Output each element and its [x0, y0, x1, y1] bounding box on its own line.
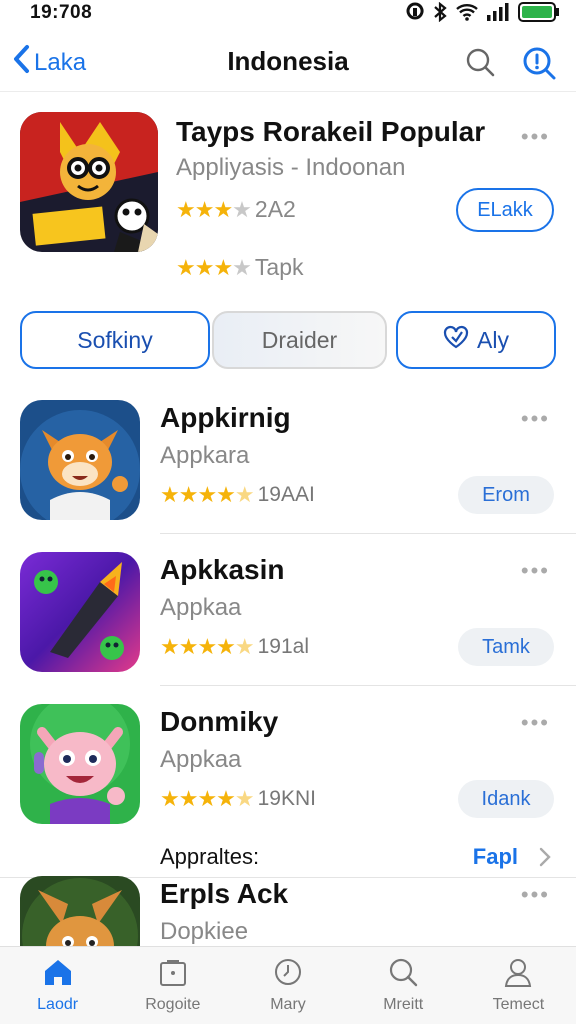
status-icons	[406, 1, 560, 27]
star-rating: ★★★★	[176, 196, 252, 222]
segment-control: Sofkiny Draider Aly	[20, 311, 556, 369]
list-item[interactable]: Erpls Ack Dopkiee •••	[0, 876, 576, 946]
nfc-icon	[406, 2, 424, 27]
tab-label: Rogoite	[145, 996, 201, 1013]
see-all-row[interactable]: Appraltes: Fapl	[0, 838, 576, 878]
heart-icon	[443, 325, 469, 355]
app-name[interactable]: Donmiky	[160, 706, 278, 738]
see-all-link[interactable]: Fapl	[473, 844, 518, 870]
tab-bar: Laodr Rogoite Mary Mreitt Temect	[0, 946, 576, 1024]
app-icon[interactable]	[20, 876, 140, 946]
tab-profile[interactable]: Temect	[461, 947, 576, 1024]
more-options-button[interactable]: •••	[521, 406, 550, 432]
tab-apps[interactable]: Rogoite	[115, 947, 230, 1024]
app-name[interactable]: Erpls Ack	[160, 878, 288, 910]
star-rating: ★★★★★	[160, 786, 255, 811]
featured-rating: ★★★★ 2A2	[176, 196, 296, 223]
featured-rating-secondary: ★★★★ Tapk	[176, 254, 304, 281]
app-icon[interactable]	[20, 552, 140, 672]
list-item[interactable]: Appkirnig Appkara ★★★★★ 19AAI ••• Erom	[0, 400, 576, 540]
list-item[interactable]: Apkkasin Appkaa ★★★★★ 191al ••• Tamk	[0, 552, 576, 692]
app-icon[interactable]	[20, 400, 140, 520]
app-subtitle: Appkara	[160, 442, 250, 469]
app-name[interactable]: Apkkasin	[160, 554, 285, 586]
search-icon[interactable]	[464, 46, 496, 83]
tab-updates[interactable]: Mary	[230, 947, 345, 1024]
star-rating: ★★★★	[176, 254, 252, 280]
star-rating: ★★★★★	[160, 482, 255, 507]
app-subtitle: Appkaa	[160, 746, 242, 773]
app-subtitle: Dopkiee	[160, 918, 249, 945]
star-rating: ★★★★★	[160, 634, 255, 659]
app-rating: ★★★★★ 19KNI	[160, 786, 316, 812]
segment-1[interactable]: Sofkiny	[20, 311, 210, 369]
wifi-icon	[456, 3, 478, 26]
app-rating: ★★★★★ 191al	[160, 634, 309, 660]
more-options-button[interactable]: •••	[521, 882, 550, 908]
clock-icon	[273, 957, 303, 992]
divider	[160, 533, 576, 534]
search-icon	[387, 957, 419, 992]
tab-home[interactable]: Laodr	[0, 947, 115, 1024]
featured-app[interactable]: Tayps Rorakeil Popular Appliyasis - Indo…	[0, 112, 576, 292]
tab-label: Mreitt	[383, 996, 424, 1013]
segment-3-label: Aly	[477, 326, 509, 353]
list-item[interactable]: Donmiky Appkaa ★★★★★ 19KNI ••• Idank	[0, 704, 576, 844]
more-options-button[interactable]: •••	[521, 558, 550, 584]
get-button[interactable]: Tamk	[458, 628, 554, 666]
featured-app-icon[interactable]	[20, 112, 158, 252]
segment-3[interactable]: Aly	[396, 311, 556, 369]
bluetooth-icon	[432, 1, 448, 27]
see-all-label: Appraltes:	[160, 844, 260, 869]
signal-icon	[486, 3, 510, 26]
app-rating: ★★★★★ 19AAI	[160, 482, 315, 508]
featured-get-button[interactable]: ELakk	[456, 188, 554, 232]
app-rating-text: 191al	[257, 635, 310, 658]
featured-title[interactable]: Tayps Rorakeil Popular	[176, 116, 485, 148]
nav-bar: Laka Indonesia	[0, 36, 576, 92]
status-bar: 19:708	[0, 0, 576, 28]
battery-icon	[518, 2, 560, 27]
tab-search[interactable]: Mreitt	[346, 947, 461, 1024]
tab-label: Mary	[270, 996, 306, 1013]
more-options-button[interactable]: •••	[521, 124, 550, 150]
app-rating-text: 19KNI	[257, 787, 316, 810]
app-icon[interactable]	[20, 704, 140, 824]
info-icon[interactable]	[522, 46, 556, 85]
divider	[160, 685, 576, 686]
app-rating-text: 19AAI	[257, 483, 315, 506]
chevron-right-icon[interactable]	[538, 846, 552, 873]
status-time: 19:708	[30, 2, 93, 23]
tab-label: Laodr	[37, 996, 79, 1013]
bag-icon	[158, 957, 188, 992]
tab-label: Temect	[492, 996, 545, 1013]
more-options-button[interactable]: •••	[521, 710, 550, 736]
featured-subtitle: Appliyasis - Indoonan	[176, 154, 406, 181]
app-name[interactable]: Appkirnig	[160, 402, 291, 434]
get-button[interactable]: Erom	[458, 476, 554, 514]
home-icon	[42, 957, 74, 992]
segment-2[interactable]: Draider	[212, 311, 387, 369]
featured-rating2-text: Tapk	[254, 254, 304, 280]
get-button[interactable]: Idank	[458, 780, 554, 818]
app-subtitle: Appkaa	[160, 594, 242, 621]
featured-rating-text: 2A2	[254, 196, 296, 222]
profile-icon	[503, 957, 533, 992]
